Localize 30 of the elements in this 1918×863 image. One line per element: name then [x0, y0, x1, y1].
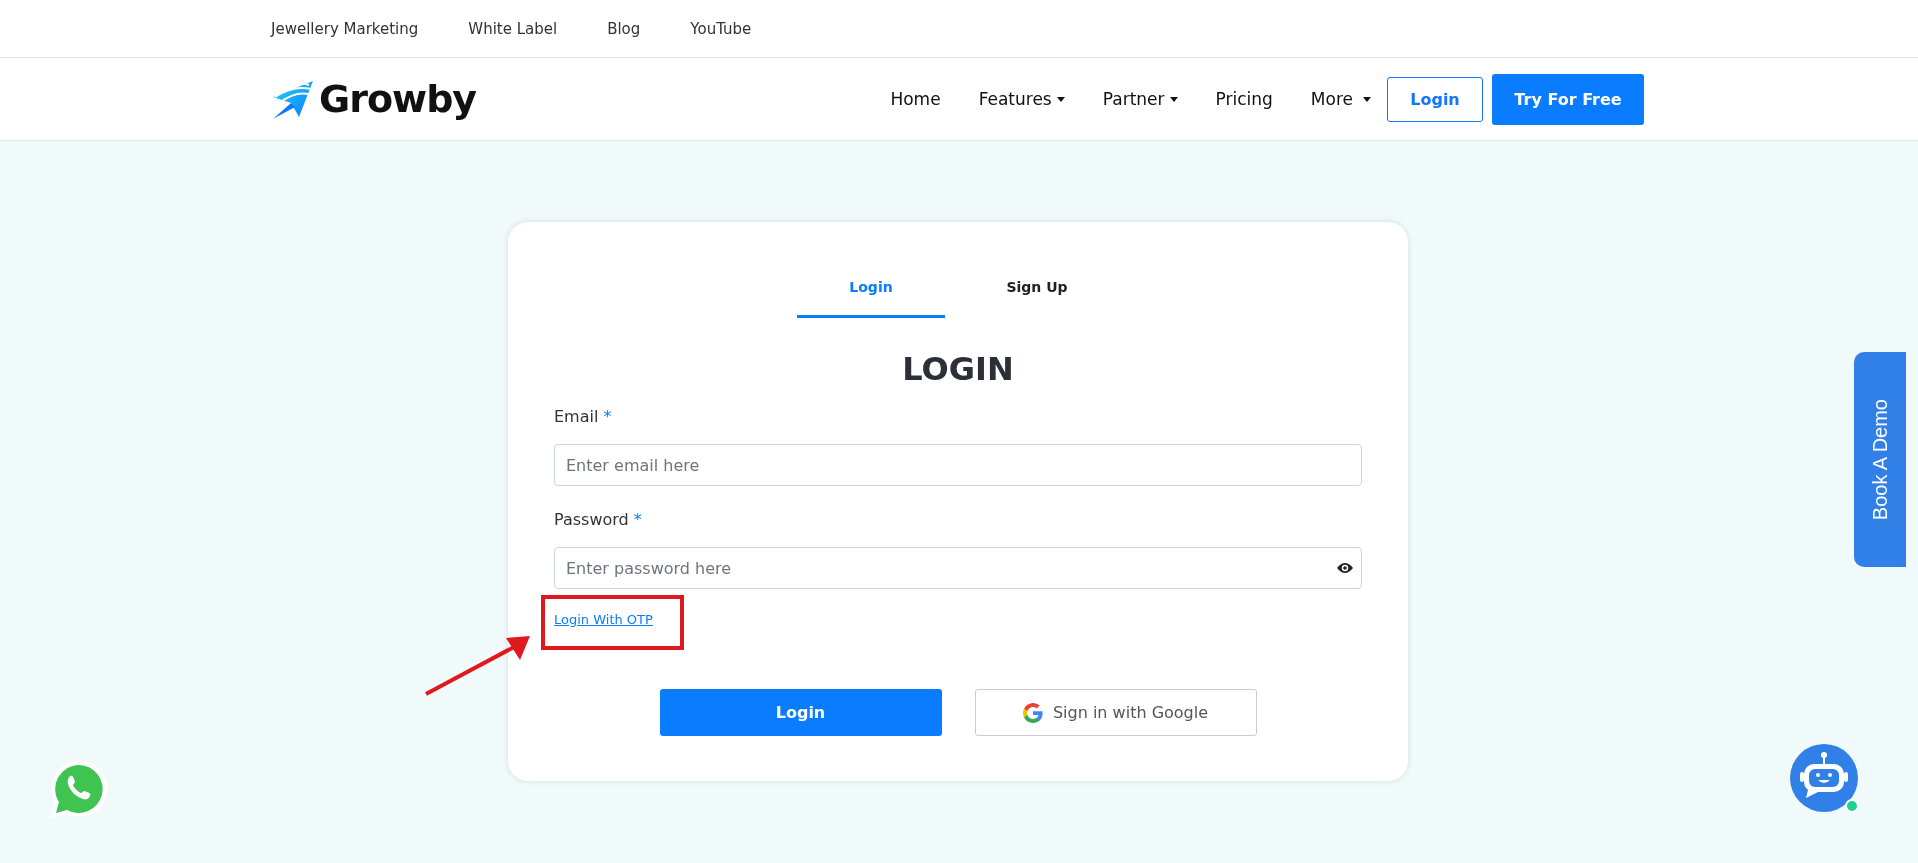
- nav-link[interactable]: Partner: [1102, 89, 1178, 109]
- nav-link[interactable]: Home: [890, 89, 941, 109]
- login-submit-button[interactable]: Login: [659, 689, 942, 736]
- caret-icon: [1363, 96, 1371, 102]
- google-icon: [1022, 702, 1043, 723]
- login-with-otp-link[interactable]: Login With OTP: [554, 611, 653, 629]
- field-label: Email *: [554, 406, 613, 428]
- logo-wordmark[interactable]: Growby: [319, 77, 477, 121]
- nav-link[interactable]: More: [1310, 89, 1371, 109]
- tab[interactable]: Sign Up: [963, 270, 1111, 318]
- top-link[interactable]: Blog: [607, 19, 641, 38]
- nav-link[interactable]: Pricing: [1215, 89, 1273, 109]
- try-for-free-button[interactable]: Try For Free: [1492, 73, 1644, 125]
- nav-link[interactable]: Features: [978, 89, 1065, 109]
- field-label: Password *: [554, 509, 643, 531]
- book-a-demo-tab[interactable]: Book A Demo: [1854, 352, 1906, 567]
- whatsapp-icon[interactable]: [48, 759, 110, 821]
- top-link[interactable]: YouTube: [690, 19, 752, 38]
- caret-icon: [1056, 96, 1065, 102]
- chatbot-icon[interactable]: [1790, 744, 1862, 816]
- email-field[interactable]: Enter email here: [554, 444, 1362, 486]
- google-sign-in-button[interactable]: Sign in with Google: [974, 689, 1257, 736]
- tab[interactable]: Login: [797, 270, 945, 318]
- top-link[interactable]: Jewellery Marketing: [271, 19, 419, 38]
- eye-icon[interactable]: [1337, 562, 1353, 574]
- caret-icon: [1169, 96, 1178, 102]
- password-field[interactable]: Enter password here: [554, 547, 1362, 589]
- top-link[interactable]: White Label: [468, 19, 558, 38]
- login-heading: LOGIN: [901, 349, 1015, 390]
- login-button[interactable]: Login: [1387, 76, 1483, 122]
